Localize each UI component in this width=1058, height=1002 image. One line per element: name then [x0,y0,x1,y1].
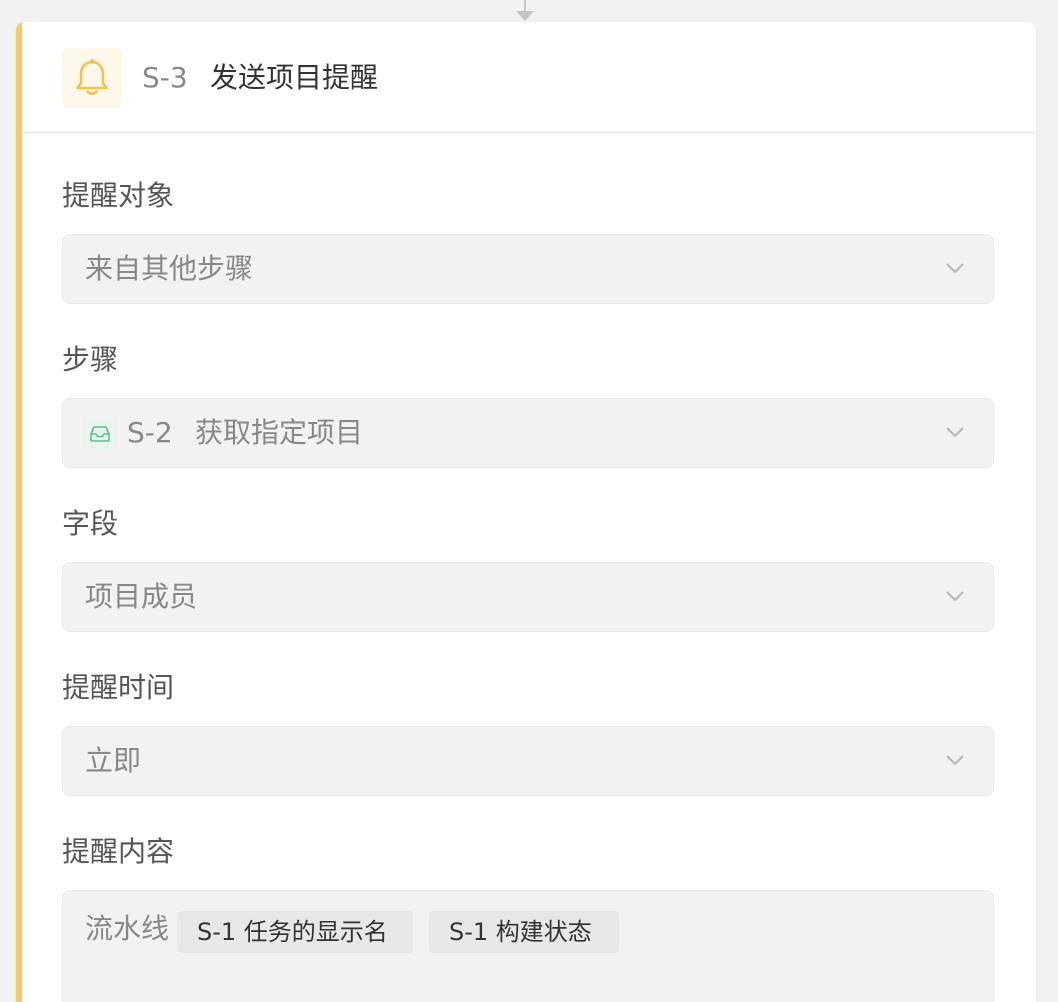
target-select[interactable]: 来自其他步骤 [62,234,994,304]
target-select-value: 来自其他步骤 [85,252,254,285]
step-header[interactable]: S-3 发送项目提醒 [22,22,1036,133]
content-tag[interactable]: S-1 任务的显示名 [177,911,413,953]
step-id: S-3 [142,61,188,94]
content-tag[interactable]: S-1 构建状态 [429,911,619,953]
field-select-value: 项目成员 [85,580,198,613]
time-label: 提醒时间 [62,671,175,704]
chevron-down-icon [946,591,964,602]
target-label: 提醒对象 [62,179,175,212]
chevron-down-icon [946,755,964,766]
step-ref-select[interactable]: S-2 获取指定项目 [62,398,994,468]
field-label: 字段 [62,507,119,540]
step-ref-label: 步骤 [62,343,119,376]
flow-connector-arrow [516,11,534,21]
content-label: 提醒内容 [62,835,175,868]
chevron-down-icon [946,427,964,438]
bell-icon [62,48,122,108]
step-ref-id: S-2 [127,416,173,449]
step-ref-name: 获取指定项目 [195,416,364,449]
field-select[interactable]: 项目成员 [62,562,994,632]
chevron-down-icon [946,263,964,274]
step-title: 发送项目提醒 [210,61,379,94]
step-accent-bar [16,22,22,1002]
content-text: 流水线 [85,912,170,945]
step-card: S-3 发送项目提醒 提醒对象 来自其他步骤 步骤 S-2 获取指定项目 字段 … [16,22,1036,1002]
time-select[interactable]: 立即 [62,726,994,796]
inbox-icon [85,419,115,449]
content-editor[interactable]: 流水线 S-1 任务的显示名 S-1 构建状态 [62,890,994,1002]
time-select-value: 立即 [85,744,142,777]
